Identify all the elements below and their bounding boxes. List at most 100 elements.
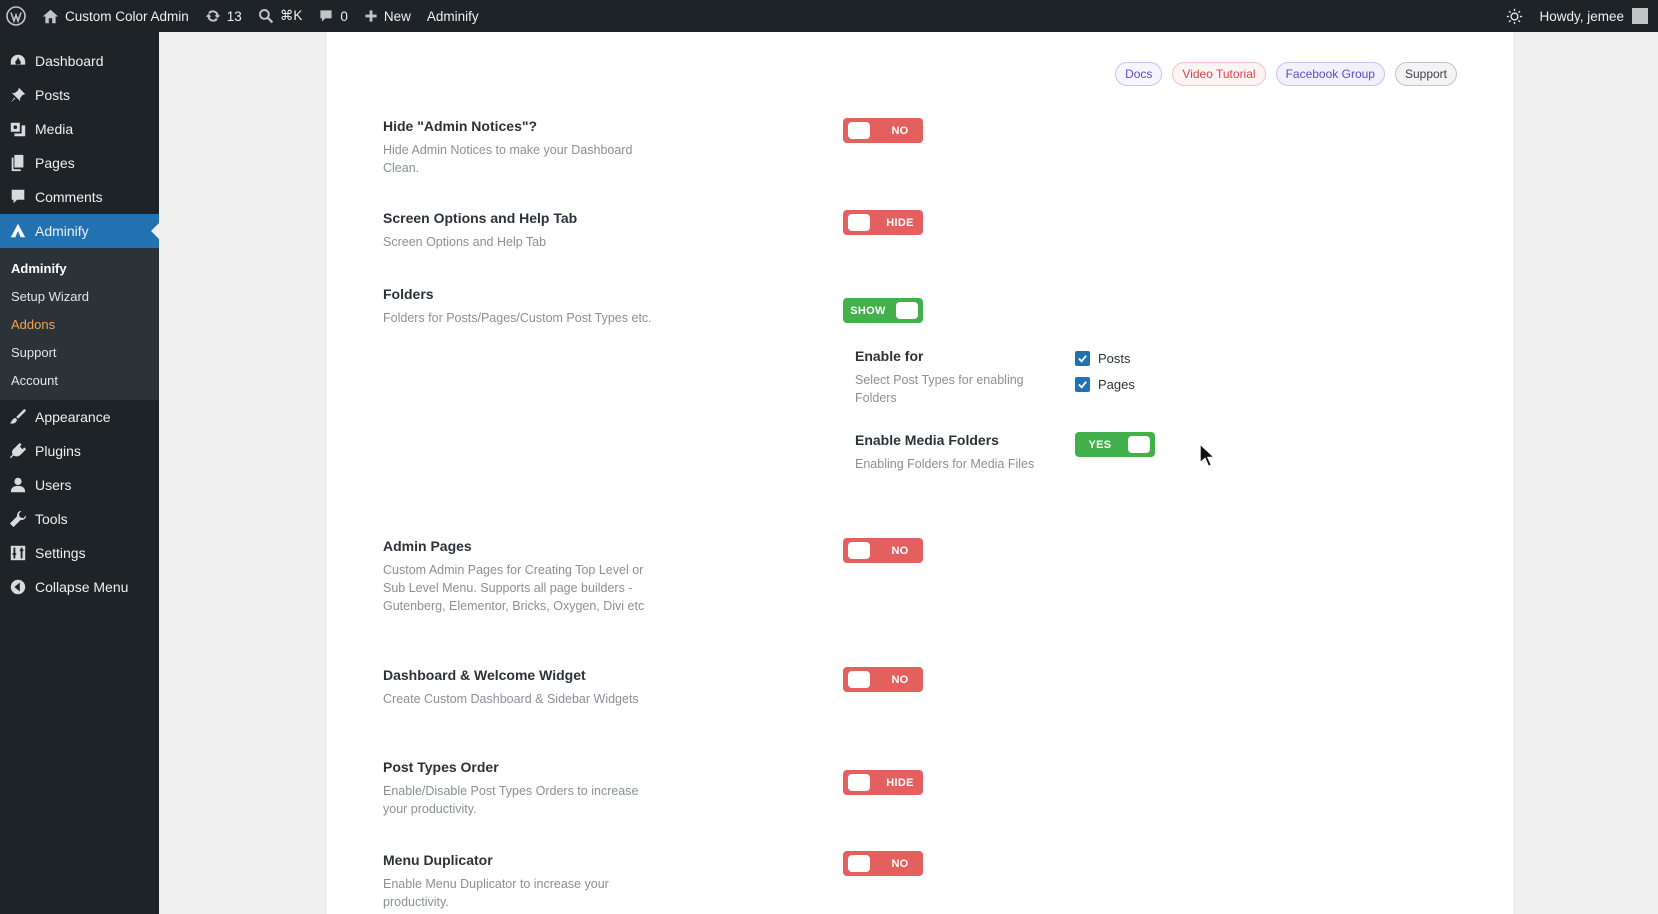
facebook-group-link[interactable]: Facebook Group xyxy=(1275,62,1385,86)
comments-link[interactable]: 0 xyxy=(310,0,356,32)
submenu-setup-wizard[interactable]: Setup Wizard xyxy=(0,282,159,310)
sun-icon xyxy=(1507,8,1523,24)
checkbox-posts[interactable]: Posts xyxy=(1075,351,1131,366)
new-label: New xyxy=(383,8,411,24)
menu-settings[interactable]: Settings xyxy=(0,536,159,570)
toggle-knob xyxy=(848,855,870,872)
setting-title: Post Types Order xyxy=(383,759,499,775)
menu-label: Posts xyxy=(35,87,71,103)
site-name: Custom Color Admin xyxy=(65,8,189,24)
wordpress-logo-button[interactable] xyxy=(0,0,34,32)
menu-label: Settings xyxy=(35,545,86,561)
comments-count: 0 xyxy=(340,8,348,24)
search-shortcut: ⌘K xyxy=(279,8,303,23)
menu-adminify[interactable]: Adminify xyxy=(0,214,159,248)
setting-menu-duplicator: Menu Duplicator Enable Menu Duplicator t… xyxy=(383,852,653,911)
subsetting-title: Enable for xyxy=(855,348,924,364)
menu-media[interactable]: Media xyxy=(0,112,159,146)
setting-admin-pages: Admin Pages Custom Admin Pages for Creat… xyxy=(383,538,653,615)
pin-icon xyxy=(8,85,28,105)
toggle-media-folders[interactable]: YES xyxy=(1075,432,1155,457)
adminify-link[interactable]: Adminify xyxy=(419,0,487,32)
docs-link[interactable]: Docs xyxy=(1115,62,1163,86)
setting-post-types-order: Post Types Order Enable/Disable Post Typ… xyxy=(383,759,653,818)
menu-label: Media xyxy=(35,121,74,137)
menu-users[interactable]: Users xyxy=(0,468,159,502)
toggle-label: HIDE xyxy=(886,776,914,789)
plus-icon xyxy=(365,10,377,22)
updates-count: 13 xyxy=(226,8,242,24)
setting-description: Hide Admin Notices to make your Dashboar… xyxy=(383,143,633,175)
menu-label: Tools xyxy=(35,511,68,527)
menu-comments[interactable]: Comments xyxy=(0,180,159,214)
brush-icon xyxy=(8,407,28,427)
menu-tools[interactable]: Tools xyxy=(0,502,159,536)
setting-description: Enable/Disable Post Types Orders to incr… xyxy=(383,784,639,816)
toggle-admin-pages[interactable]: NO xyxy=(843,538,923,563)
menu-appearance[interactable]: Appearance xyxy=(0,400,159,434)
submenu-support[interactable]: Support xyxy=(0,338,159,366)
toggle-menu-duplicator[interactable]: NO xyxy=(843,851,923,876)
toggle-knob xyxy=(1128,436,1150,453)
checkbox-pages[interactable]: Pages xyxy=(1075,377,1135,392)
subsetting-description: Select Post Types for enabling Folders xyxy=(855,373,1024,405)
setting-title: Screen Options and Help Tab xyxy=(383,210,578,226)
help-links: Docs Video Tutorial Facebook Group Suppo… xyxy=(1115,62,1457,86)
toggle-screen-options[interactable]: HIDE xyxy=(843,210,923,235)
toggle-label: NO xyxy=(891,673,909,686)
menu-collapse[interactable]: Collapse Menu xyxy=(0,570,159,604)
menu-plugins[interactable]: Plugins xyxy=(0,434,159,468)
user-icon xyxy=(8,475,28,495)
setting-title: Dashboard & Welcome Widget xyxy=(383,667,586,683)
setting-description: Folders for Posts/Pages/Custom Post Type… xyxy=(383,311,652,325)
setting-folders: Folders Folders for Posts/Pages/Custom P… xyxy=(383,286,653,327)
site-name-link[interactable]: Custom Color Admin xyxy=(34,0,197,32)
admin-sidebar: Dashboard Posts Media Pages Comments Adm… xyxy=(0,32,159,914)
settings-icon xyxy=(8,543,28,563)
dashboard-icon xyxy=(8,51,28,71)
setting-description: Screen Options and Help Tab xyxy=(383,235,547,249)
support-link[interactable]: Support xyxy=(1394,62,1457,86)
updates-link[interactable]: 13 xyxy=(197,0,250,32)
toggle-label: NO xyxy=(891,124,909,137)
toggle-dashboard-widget[interactable]: NO xyxy=(843,667,923,692)
checkbox-checked-icon xyxy=(1075,351,1090,366)
search-icon xyxy=(258,9,274,24)
setting-screen-options: Screen Options and Help Tab Screen Optio… xyxy=(383,210,653,251)
menu-label: Pages xyxy=(35,155,75,171)
folders-enable-for: Enable for Select Post Types for enablin… xyxy=(855,348,1055,407)
submenu-addons[interactable]: Addons xyxy=(0,310,159,338)
search-link[interactable]: ⌘K xyxy=(250,0,311,32)
submenu-account[interactable]: Account xyxy=(0,366,159,394)
toggle-label: HIDE xyxy=(886,216,914,229)
menu-dashboard[interactable]: Dashboard xyxy=(0,44,159,78)
admin-bar: Custom Color Admin 13 ⌘K 0 New Adminify xyxy=(0,0,1658,32)
menu-label: Collapse Menu xyxy=(35,579,129,595)
menu-label: Users xyxy=(35,477,72,493)
menu-posts[interactable]: Posts xyxy=(0,78,159,112)
submenu-adminify[interactable]: Adminify xyxy=(0,254,159,282)
collapse-icon xyxy=(8,577,28,597)
video-tutorial-link[interactable]: Video Tutorial xyxy=(1172,62,1266,86)
pages-icon xyxy=(8,153,28,173)
greeting: Howdy, jemee xyxy=(1539,8,1624,24)
setting-description: Create Custom Dashboard & Sidebar Widget… xyxy=(383,692,639,706)
setting-hide-admin-notices: Hide "Admin Notices"? Hide Admin Notices… xyxy=(383,118,653,177)
settings-panel: Docs Video Tutorial Facebook Group Suppo… xyxy=(327,32,1513,914)
my-account-link[interactable]: Howdy, jemee xyxy=(1531,0,1658,32)
toggle-hide-admin-notices[interactable]: NO xyxy=(843,118,923,143)
subsetting-title: Enable Media Folders xyxy=(855,432,999,448)
menu-pages[interactable]: Pages xyxy=(0,146,159,180)
toggle-knob xyxy=(848,774,870,791)
new-content-link[interactable]: New xyxy=(356,0,419,32)
setting-title: Admin Pages xyxy=(383,538,472,554)
plugin-icon xyxy=(8,441,28,461)
toggle-label: NO xyxy=(891,857,909,870)
menu-label: Comments xyxy=(35,189,103,205)
toggle-folders[interactable]: SHOW xyxy=(843,298,923,323)
adminify-icon xyxy=(8,221,28,241)
theme-toggle-button[interactable] xyxy=(1498,0,1531,32)
setting-title: Hide "Admin Notices"? xyxy=(383,118,538,134)
menu-label: Dashboard xyxy=(35,53,104,69)
toggle-post-types-order[interactable]: HIDE xyxy=(843,770,923,795)
